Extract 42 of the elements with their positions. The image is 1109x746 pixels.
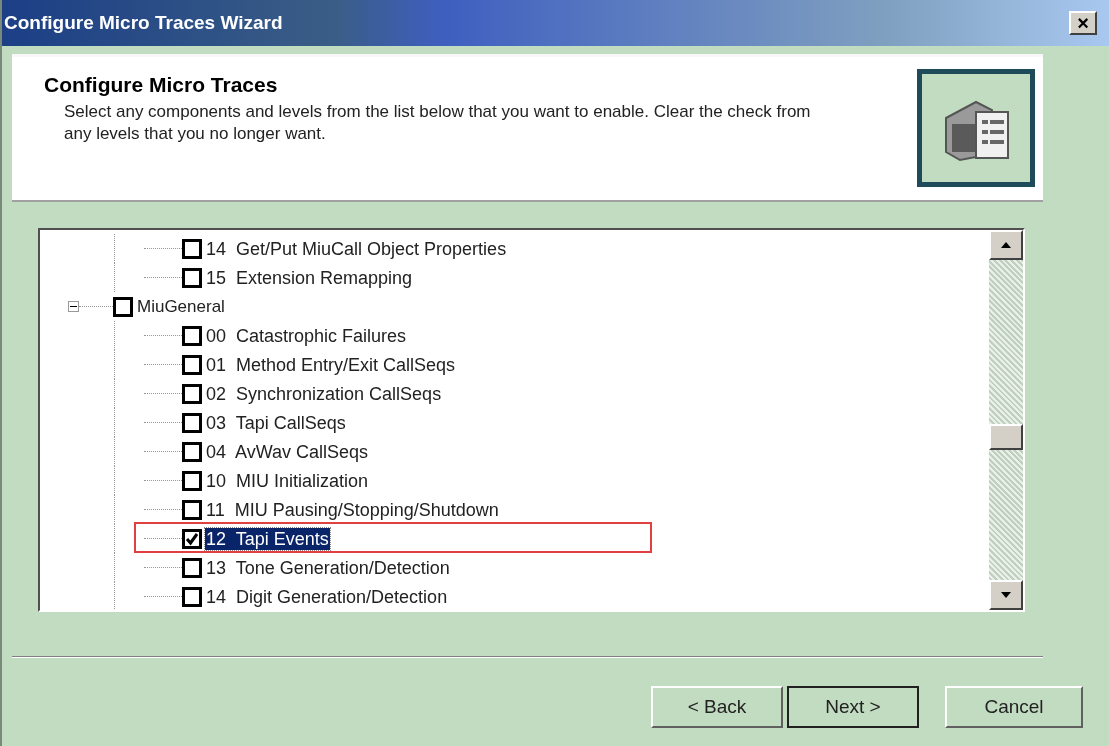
tree-item[interactable]: MiuGeneral xyxy=(136,295,226,318)
tree-item[interactable]: 13 Tone Generation/Detection xyxy=(205,556,451,579)
checkbox[interactable] xyxy=(182,412,202,433)
checkbox[interactable] xyxy=(182,499,202,520)
checkbox[interactable] xyxy=(113,296,133,317)
tree-item[interactable]: 03 Tapi CallSeqs xyxy=(205,411,347,434)
scroll-down-button[interactable] xyxy=(989,580,1023,610)
scroll-thumb[interactable] xyxy=(989,424,1023,450)
checkbox[interactable] xyxy=(182,238,202,259)
tree-item[interactable]: 15 Extension Remapping xyxy=(205,266,414,289)
close-button[interactable]: × xyxy=(1069,11,1097,35)
tree-item[interactable]: 14 Digit Generation/Detection xyxy=(205,585,449,608)
checkbox[interactable] xyxy=(182,470,202,491)
tree-item[interactable]: 01 Method Entry/Exit CallSeqs xyxy=(205,353,457,376)
wizard-button[interactable]: Cancel xyxy=(945,686,1083,728)
checkbox[interactable] xyxy=(182,586,202,607)
up-arrow-icon xyxy=(1001,242,1011,248)
wizard-button[interactable]: Next > xyxy=(787,686,919,728)
tree-item[interactable]: 12 Tapi Events xyxy=(205,527,330,550)
wizard-button[interactable]: < Back xyxy=(651,686,783,728)
scroll-up-button[interactable] xyxy=(989,230,1023,260)
header-description: Select any components and levels from the list below that you want to enable. Clear the check from any levels that you no longer want. xyxy=(63,100,812,145)
minus-icon xyxy=(70,303,77,310)
header-title: Configure Micro Traces xyxy=(44,72,279,98)
tree-item[interactable]: 11 MIU Pausing/Stopping/Shutdown xyxy=(205,498,500,521)
wizard-icon xyxy=(917,69,1035,187)
checkbox[interactable] xyxy=(182,557,202,578)
down-arrow-icon xyxy=(1001,592,1011,598)
checkbox[interactable] xyxy=(182,267,202,288)
checkbox[interactable] xyxy=(182,354,202,375)
collapse-toggle[interactable] xyxy=(68,301,79,312)
checkbox[interactable] xyxy=(182,325,202,346)
checkbox[interactable] xyxy=(182,528,202,549)
scrollbar[interactable] xyxy=(989,230,1023,610)
tree-item[interactable]: 02 Synchronization CallSeqs xyxy=(205,382,443,405)
checkbox[interactable] xyxy=(182,441,202,462)
tree-item[interactable]: 04 AvWav CallSeqs xyxy=(205,440,370,463)
tree-item[interactable]: 10 MIU Initialization xyxy=(205,469,370,492)
checkbox[interactable] xyxy=(182,383,202,404)
tree-item[interactable]: 14 Get/Put MiuCall Object Properties xyxy=(205,237,508,260)
window-title: Configure Micro Traces Wizard xyxy=(4,10,283,35)
tree-item[interactable]: 00 Catastrophic Failures xyxy=(205,324,408,347)
